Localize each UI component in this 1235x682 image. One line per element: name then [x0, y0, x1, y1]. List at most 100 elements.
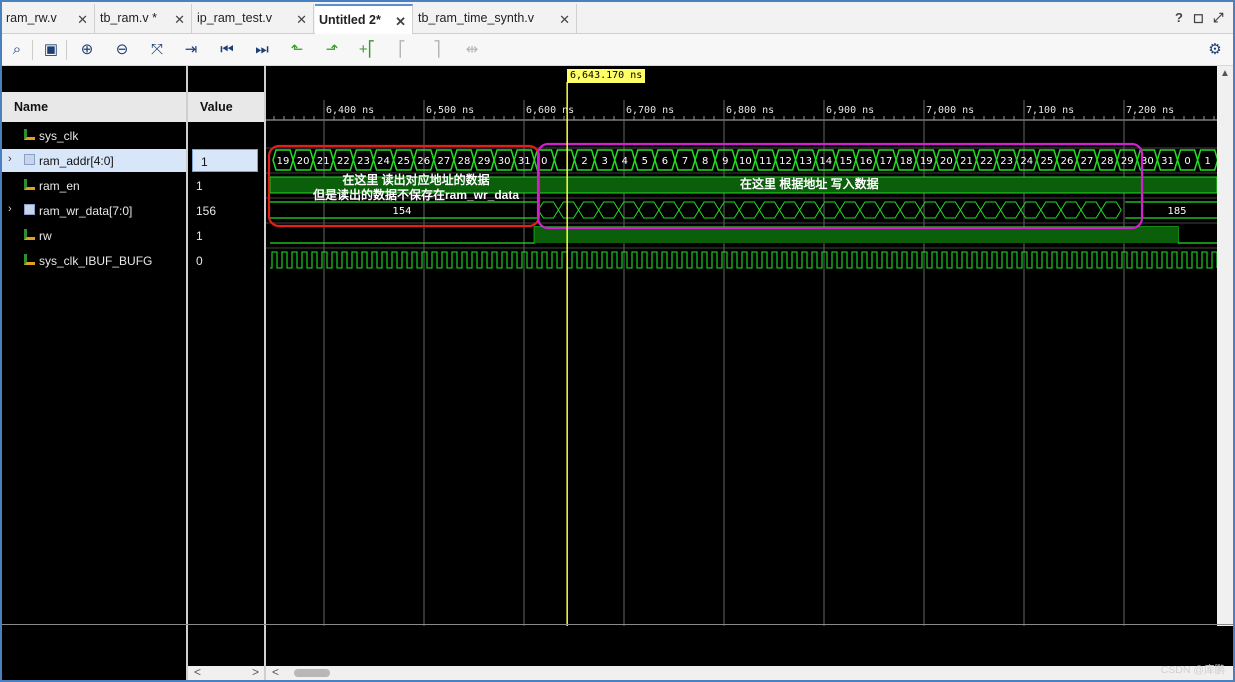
expand-chevron-icon[interactable]: ›: [8, 203, 12, 215]
signal-value: 156: [196, 204, 217, 218]
signal-value: 0: [196, 254, 203, 268]
watermark: CSDN @库鹏: [1160, 664, 1225, 676]
scroll-right-icon[interactable]: >: [252, 665, 259, 679]
close-icon[interactable]: ✕: [174, 12, 185, 28]
read-annotation-line1: 在这里 读出对应地址的数据: [342, 173, 490, 187]
bus-value-label: 11: [759, 156, 772, 167]
time-tick-label: 7,100 ns: [1026, 105, 1074, 116]
data-bus-segment: [1100, 201, 1122, 219]
zoom-out-icon[interactable]: ⊖: [112, 40, 132, 60]
restore-icon[interactable]: ◻: [1193, 10, 1204, 26]
settings-icon[interactable]: ⚙: [1205, 40, 1225, 60]
bus-value-label: 12: [779, 156, 792, 167]
bus-value-label: 0: [1184, 156, 1190, 167]
data-bus-segment: [638, 201, 660, 219]
signal-name: sys_clk: [39, 129, 79, 143]
data-value-label: 185: [1167, 206, 1186, 217]
bus-value-label: 17: [880, 156, 893, 167]
close-icon[interactable]: ✕: [559, 12, 570, 28]
cursor-time-label: 6,643.170 ns: [567, 69, 646, 83]
data-bus-segment: [738, 201, 760, 219]
bit-icon: [24, 254, 35, 265]
bus-value-label: 10: [739, 156, 752, 167]
data-bus-segment: [819, 201, 841, 219]
signal-row[interactable]: rw: [2, 224, 186, 247]
vertical-scrollbar[interactable]: ▲: [1217, 66, 1233, 626]
previous-marker-icon[interactable]: ⎡: [392, 40, 412, 60]
bus-value-label: 29: [1121, 156, 1134, 167]
tab-tb-ram[interactable]: tb_ram.v * ✕: [96, 4, 192, 34]
bus-value-label: 28: [1101, 156, 1114, 167]
value-horizontal-scrollbar[interactable]: < >: [188, 665, 264, 680]
value-column-header[interactable]: Value: [188, 92, 264, 122]
time-tick-label: 6,400 ns: [326, 105, 374, 116]
signal-value: 1: [196, 229, 203, 243]
bus-icon: [24, 154, 35, 165]
zoom-fit-icon[interactable]: ⤧: [147, 40, 167, 60]
tab-tb-ram-time-synth[interactable]: tb_ram_time_synth.v ✕: [414, 4, 577, 34]
bit-icon: [24, 179, 35, 190]
signal-row[interactable]: › ram_addr[4:0]: [2, 149, 186, 172]
close-icon[interactable]: ✕: [395, 14, 406, 30]
scroll-up-icon[interactable]: ▲: [1220, 68, 1230, 79]
tab-untitled-2[interactable]: Untitled 2* ✕: [315, 4, 413, 35]
data-value-label: 154: [392, 206, 411, 217]
signal-row[interactable]: sys_clk: [2, 124, 186, 147]
help-icon[interactable]: ?: [1175, 10, 1183, 25]
data-bus-segment: [698, 201, 720, 219]
data-bus-segment: [1040, 201, 1062, 219]
bus-value-label: 4: [622, 156, 628, 167]
expand-chevron-icon[interactable]: ›: [8, 153, 12, 165]
name-column-header[interactable]: Name: [2, 92, 186, 122]
bus-value-label: 24: [1020, 156, 1033, 167]
next-marker-icon[interactable]: ⎤: [427, 40, 447, 60]
bus-value-label: 13: [799, 156, 812, 167]
add-marker-icon[interactable]: +⎡: [357, 40, 377, 60]
previous-transition-icon[interactable]: ⬑: [287, 40, 307, 60]
save-icon[interactable]: ▣: [41, 40, 61, 60]
go-to-end-icon[interactable]: ⏭: [252, 40, 272, 60]
bus-value-label: 23: [357, 156, 370, 167]
close-icon[interactable]: ✕: [77, 12, 88, 28]
signal-name: ram_wr_data[7:0]: [39, 204, 133, 218]
go-to-start-icon[interactable]: ⏮: [217, 40, 237, 60]
bus-value-label: 22: [980, 156, 993, 167]
scroll-left-icon[interactable]: <: [194, 665, 201, 679]
signal-value-panel: Value 1 1 156 1 0: [188, 66, 264, 680]
tab-label: ram_rw.v: [6, 11, 57, 25]
next-transition-icon[interactable]: ⬏: [322, 40, 342, 60]
data-bus-segment: [678, 201, 700, 219]
go-to-cursor-icon[interactable]: ⇥: [181, 40, 201, 60]
scroll-left-icon[interactable]: <: [272, 665, 279, 679]
bus-value-label: 26: [417, 156, 430, 167]
tab-label: ip_ram_test.v: [197, 11, 273, 25]
data-bus-segment: [939, 201, 961, 219]
signal-row[interactable]: sys_clk_IBUF_BUFG: [2, 249, 186, 272]
bus-value-label: 14: [819, 156, 832, 167]
waveform-canvas[interactable]: 6,400 ns 6,500 ns 6,600 ns 6,700 ns 6,800 ns…: [266, 66, 1217, 666]
waveform-panel[interactable]: 6,400 ns 6,500 ns 6,600 ns 6,700 ns 6,800 ns…: [266, 66, 1233, 680]
time-tick-label: 6,800 ns: [726, 105, 774, 116]
signal-name: sys_clk_IBUF_BUFG: [39, 254, 153, 268]
signal-value: 1: [196, 179, 203, 193]
maximize-icon[interactable]: ⤢: [1213, 10, 1223, 26]
search-icon[interactable]: ⌕: [7, 40, 27, 60]
scroll-thumb[interactable]: [294, 669, 330, 677]
signal-row[interactable]: › ram_wr_data[7:0]: [2, 199, 186, 222]
bus-value-label: 19: [277, 156, 290, 167]
data-bus-segment: [598, 201, 620, 219]
tab-label: tb_ram_time_synth.v: [418, 11, 535, 25]
bus-value-label: 25: [1040, 156, 1053, 167]
editor-tab-bar: ram_rw.v ✕ tb_ram.v * ✕ ip_ram_test.v ✕ …: [2, 2, 1233, 35]
swap-cursors-icon[interactable]: ⇹: [462, 40, 482, 60]
tab-label: tb_ram.v *: [100, 11, 157, 25]
data-bus-segment: [537, 201, 559, 219]
close-icon[interactable]: ✕: [296, 12, 307, 28]
bit-icon: [24, 129, 35, 140]
zoom-in-icon[interactable]: ⊕: [77, 40, 97, 60]
wave-horizontal-scrollbar[interactable]: <: [266, 665, 1233, 680]
tab-ip-ram-test[interactable]: ip_ram_test.v ✕: [193, 4, 314, 34]
toolbar-separator: [66, 40, 67, 60]
signal-row[interactable]: ram_en: [2, 174, 186, 197]
tab-ram-rw[interactable]: ram_rw.v ✕: [2, 4, 95, 34]
